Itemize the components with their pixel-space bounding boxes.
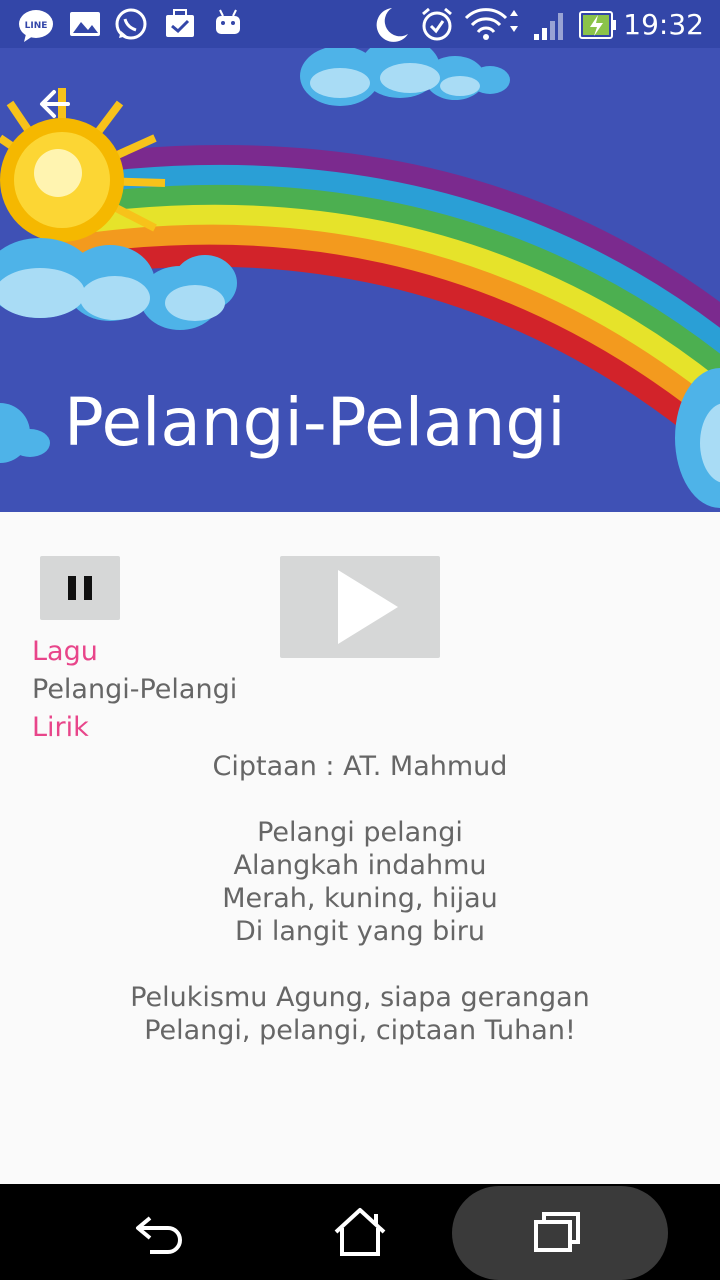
- wifi-icon: [464, 8, 518, 40]
- briefcase-icon: [166, 9, 194, 37]
- lyrics-line: Di langit yang biru: [234, 916, 486, 947]
- pause-button[interactable]: [40, 556, 120, 620]
- arrow-back-icon: [40, 90, 70, 118]
- song-title: Pelangi-Pelangi: [32, 674, 238, 705]
- collapsing-header: Pelangi-Pelangi: [0, 48, 720, 512]
- lyrics-line: Pelukismu Agung, siapa gerangan: [130, 982, 590, 1013]
- nav-home-button[interactable]: [280, 1184, 440, 1280]
- lyrics-line: Ciptaan : AT. Mahmud: [212, 751, 508, 782]
- line-icon: LINE: [19, 10, 53, 42]
- lyrics-text: Ciptaan : AT. Mahmud Pelangi pelangi Ala…: [0, 750, 720, 1047]
- page-title: Pelangi-Pelangi: [64, 384, 566, 461]
- signal-icon: [534, 13, 563, 40]
- home-icon: [334, 1208, 386, 1256]
- android-icon: [216, 9, 240, 34]
- lyrics-line: Merah, kuning, hijau: [222, 883, 498, 914]
- nav-back-button[interactable]: [80, 1184, 240, 1280]
- whatsapp-icon: [115, 8, 147, 40]
- lyrics-line: [0, 783, 720, 816]
- pause-icon: [68, 576, 92, 600]
- lyrics-line: Pelangi, pelangi, ciptaan Tuhan!: [144, 1015, 576, 1046]
- back-button[interactable]: [28, 78, 84, 134]
- alarm-icon: [422, 7, 452, 41]
- nav-recents-button[interactable]: [480, 1184, 640, 1280]
- navigation-bar: [0, 1184, 720, 1280]
- song-label: Lagu: [32, 636, 98, 667]
- song-content: Lagu Pelangi-Pelangi Lirik Ciptaan : AT.…: [0, 512, 720, 1184]
- play-button[interactable]: [280, 556, 440, 658]
- lyrics-label: Lirik: [32, 712, 89, 743]
- status-time: 19:32: [623, 8, 704, 41]
- cloud-bottom-left: [0, 403, 50, 463]
- battery-charging-icon: [579, 11, 616, 39]
- gallery-icon: [70, 12, 100, 36]
- play-icon: [338, 570, 398, 644]
- status-bar: LINE 19:32: [0, 0, 720, 48]
- recents-icon: [534, 1212, 580, 1252]
- svg-text:LINE: LINE: [25, 21, 48, 31]
- status-icons: LINE: [19, 7, 616, 42]
- lyrics-line: Pelangi pelangi: [257, 817, 463, 848]
- lyrics-line: [0, 948, 720, 981]
- lyrics-line: Alangkah indahmu: [233, 850, 487, 881]
- back-icon: [136, 1216, 182, 1254]
- night-mode-icon: [376, 8, 408, 42]
